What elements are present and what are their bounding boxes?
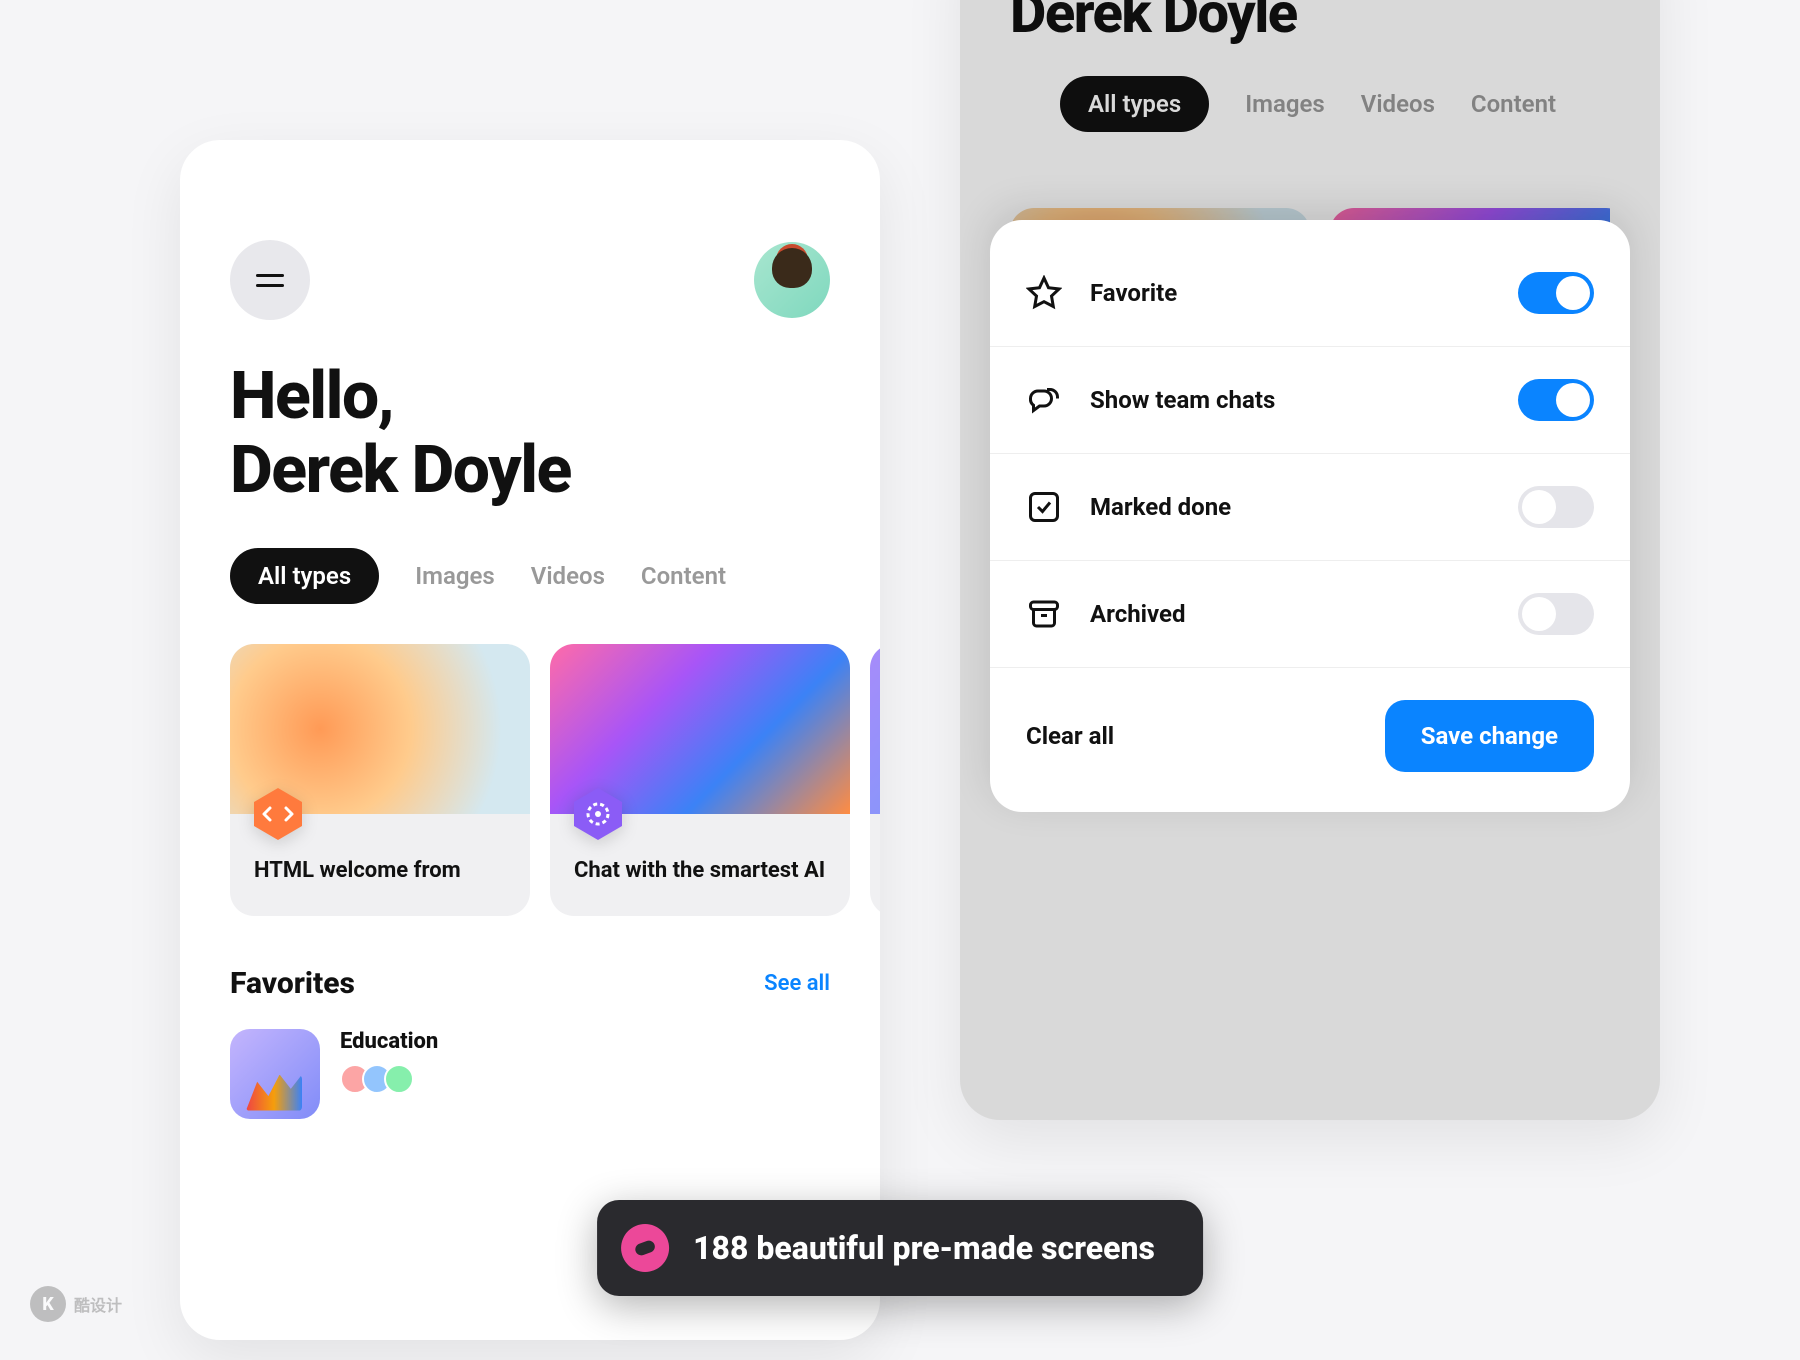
header: [180, 190, 880, 360]
chat-icon: [1026, 382, 1062, 418]
star-icon: [1026, 275, 1062, 311]
code-hex-icon: [250, 786, 306, 842]
filter-tabs: All types Images Videos Content: [180, 548, 880, 644]
tab-content[interactable]: Content: [641, 548, 726, 604]
card-title: Chat with the smartest AI: [574, 856, 826, 886]
toggle-marked-done[interactable]: [1518, 486, 1594, 528]
options-sheet: Favorite Show team chats Marked done Arc…: [990, 220, 1630, 812]
tab-videos[interactable]: Videos: [1361, 76, 1435, 132]
sheet-actions: Clear all Save change: [990, 668, 1630, 812]
card-peek[interactable]: [870, 644, 880, 916]
filter-sheet-screen: Derek Doyle All types Images Videos Cont…: [960, 0, 1660, 1120]
filter-tabs: All types Images Videos Content: [1010, 76, 1610, 172]
toggle-archived[interactable]: [1518, 593, 1594, 635]
option-label: Archived: [1090, 600, 1490, 628]
favorite-item[interactable]: Education: [230, 1029, 830, 1119]
option-label: Show team chats: [1090, 386, 1490, 414]
option-archived: Archived: [990, 561, 1630, 668]
card-image: [550, 644, 850, 814]
menu-button[interactable]: [230, 240, 310, 320]
promo-badge: 188 beautiful pre-made screens: [597, 1200, 1203, 1296]
card-title: HTML welcome from: [254, 856, 506, 886]
card-image: [870, 644, 880, 814]
card-carousel[interactable]: HTML welcome from Chat with the smartest…: [180, 644, 880, 966]
save-change-button[interactable]: Save change: [1385, 700, 1594, 772]
avatar[interactable]: [754, 242, 830, 318]
card-image: [230, 644, 530, 814]
pill-icon: [621, 1224, 669, 1272]
tab-images[interactable]: Images: [415, 548, 495, 604]
home-screen: Hello, Derek Doyle All types Images Vide…: [180, 140, 880, 1340]
right-name: Derek Doyle: [1010, 0, 1610, 46]
toggle-favorite[interactable]: [1518, 272, 1594, 314]
favorites-title: Favorites: [230, 966, 355, 1001]
option-marked-done: Marked done: [990, 454, 1630, 561]
favorite-thumb: [230, 1029, 320, 1119]
ai-hex-icon: [570, 786, 626, 842]
option-favorite: Favorite: [990, 240, 1630, 347]
tab-images[interactable]: Images: [1245, 76, 1325, 132]
greeting: Hello, Derek Doyle: [180, 360, 880, 548]
greeting-line2: Derek Doyle: [230, 432, 571, 509]
archive-icon: [1026, 596, 1062, 632]
badge-text: 188 beautiful pre-made screens: [693, 1229, 1155, 1267]
option-label: Favorite: [1090, 279, 1490, 307]
check-icon: [1026, 489, 1062, 525]
tab-videos[interactable]: Videos: [531, 548, 605, 604]
menu-icon: [256, 274, 284, 287]
tab-content[interactable]: Content: [1471, 76, 1556, 132]
watermark-icon: K: [30, 1286, 66, 1322]
card-chat-ai[interactable]: Chat with the smartest AI: [550, 644, 850, 916]
watermark: K 酷设计: [30, 1286, 122, 1322]
greeting-line1: Hello,: [230, 358, 393, 435]
tab-all-types[interactable]: All types: [230, 548, 379, 604]
tab-all-types[interactable]: All types: [1060, 76, 1209, 132]
card-html-welcome[interactable]: HTML welcome from: [230, 644, 530, 916]
option-label: Marked done: [1090, 493, 1490, 521]
favorite-item-title: Education: [340, 1029, 438, 1054]
clear-all-button[interactable]: Clear all: [1026, 722, 1114, 750]
see-all-link[interactable]: See all: [764, 971, 830, 996]
favorites-section: Favorites See all Education: [180, 966, 880, 1119]
toggle-team-chats[interactable]: [1518, 379, 1594, 421]
watermark-text: 酷设计: [74, 1292, 122, 1316]
member-avatars: [340, 1064, 438, 1094]
option-team-chats: Show team chats: [990, 347, 1630, 454]
